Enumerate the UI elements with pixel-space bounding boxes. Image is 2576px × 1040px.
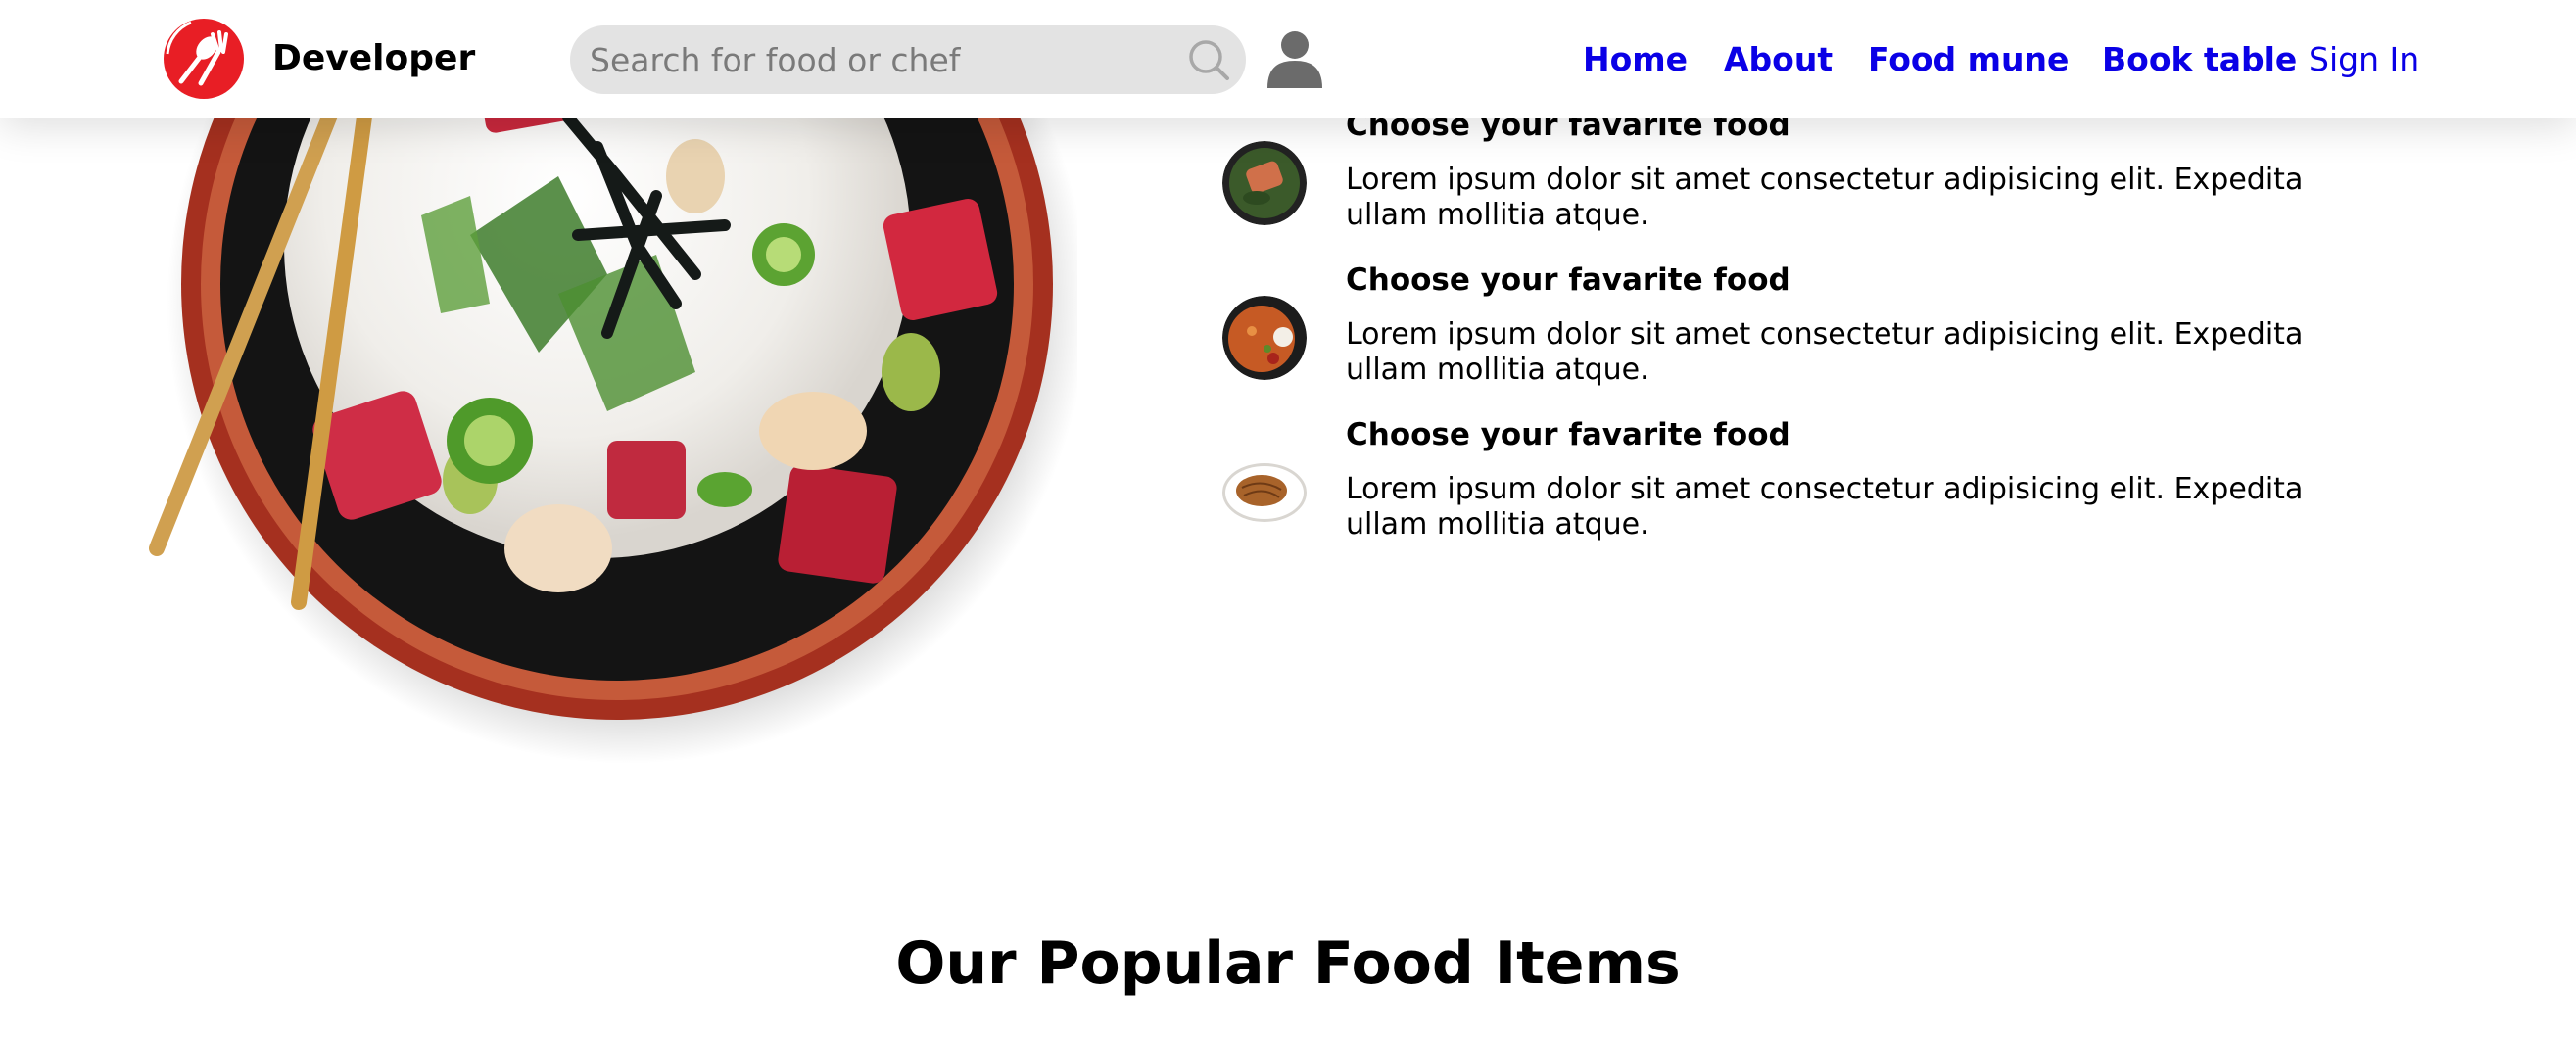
feature-title: Choose your favarite food [1346, 262, 1790, 298]
site-header: Developer Home About Food mune Book tabl… [0, 0, 2576, 118]
poke-bowl-image [149, 59, 1077, 764]
feature-item: Choose your favarite food Lorem ipsum do… [1215, 98, 2390, 253]
nav-sign-in[interactable]: Sign In [2309, 37, 2419, 82]
feature-text: Lorem ipsum dolor sit amet consectetur a… [1346, 472, 2304, 542]
nav-home[interactable]: Home [1583, 37, 1688, 82]
feature-item: Choose your favarite food Lorem ipsum do… [1215, 407, 2390, 562]
popular-items-heading: Our Popular Food Items [895, 929, 1681, 998]
nav-about[interactable]: About [1724, 37, 1833, 82]
salmon-dish-icon [1222, 141, 1307, 225]
feature-text: Lorem ipsum dolor sit amet consectetur a… [1346, 163, 2304, 232]
feature-list: Choose your favarite food Lorem ipsum do… [1215, 98, 2390, 562]
fried-rice-dish-icon [1222, 296, 1307, 380]
feature-title: Choose your favarite food [1346, 417, 1790, 452]
feature-item: Choose your favarite food Lorem ipsum do… [1215, 253, 2390, 407]
nav-food-menu[interactable]: Food mune [1868, 37, 2069, 82]
nav-book-table[interactable]: Book table [2102, 37, 2297, 82]
feature-text: Lorem ipsum dolor sit amet consectetur a… [1346, 317, 2304, 387]
noodle-dish-icon [1222, 463, 1307, 522]
main-nav: Home About Food mune Book table Sign In [0, 37, 2576, 82]
